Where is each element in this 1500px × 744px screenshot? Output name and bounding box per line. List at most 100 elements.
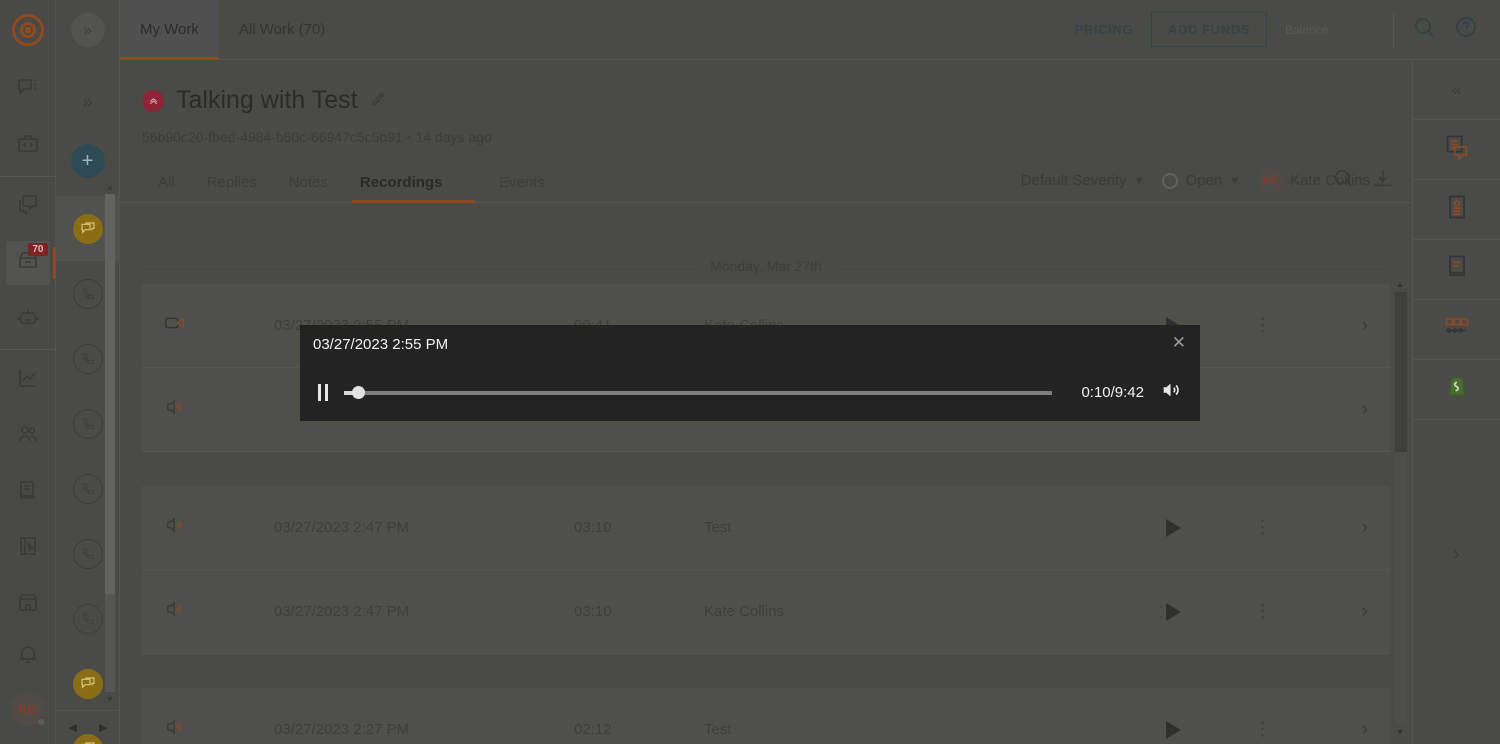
phone-avatar-icon	[73, 538, 103, 569]
recording-type-icon	[164, 716, 274, 743]
page-header: Talking with Test 56b90c20-fbed-4984-b50…	[120, 60, 1412, 145]
tab-all-work[interactable]: All Work (70)	[219, 0, 345, 60]
tab-notes[interactable]: Notes	[273, 174, 344, 202]
panel-canned-replies[interactable]	[1413, 120, 1500, 180]
conversation-rail: » » + ▲ ▼ ◀ ▶	[56, 0, 120, 744]
recording-duration: 03:10	[574, 519, 612, 536]
tab-replies[interactable]: Replies	[191, 174, 273, 202]
sidebar-item-knowledge[interactable]	[6, 470, 50, 514]
edit-title-button[interactable]	[370, 90, 387, 112]
sidebar-item-bots[interactable]	[6, 297, 50, 341]
audio-icon	[164, 396, 186, 423]
pricing-link[interactable]: PRICING	[1075, 22, 1133, 37]
panel-workflow[interactable]	[1413, 300, 1500, 360]
open-row-button[interactable]: ›	[1308, 517, 1368, 539]
pager-prev-button[interactable]: ◀	[69, 721, 77, 734]
download-icon[interactable]	[1372, 167, 1394, 194]
play-button[interactable]	[1128, 518, 1218, 537]
robot-icon	[16, 305, 40, 334]
right-rail-collapse-button[interactable]: «	[1413, 60, 1500, 120]
chart-line-icon	[16, 366, 40, 395]
notifications-button[interactable]	[6, 634, 50, 678]
scroll-up-arrow[interactable]: ▲	[103, 182, 117, 192]
recording-duration: 02:12	[574, 721, 612, 738]
table-row[interactable]: 03/27/2023 2:27 PM 02:12 Test ⋮ ›	[142, 688, 1390, 744]
left-rail-group-1	[0, 60, 56, 176]
global-collapse-button[interactable]: »	[70, 13, 105, 47]
help-button[interactable]	[1454, 15, 1478, 44]
tab-label: All	[158, 174, 175, 191]
play-button[interactable]	[1128, 720, 1218, 739]
sidebar-item-inbox[interactable]: 70	[5, 241, 56, 285]
sidebar-item-storefront[interactable]	[6, 582, 50, 626]
documents-icon	[1443, 133, 1471, 166]
ticket-id: 56b90c20-fbed-4984-b50c-66947c5c5b91	[142, 129, 403, 145]
new-conversation-button[interactable]: +	[70, 144, 105, 178]
video-icon	[164, 312, 186, 339]
conv-collapse-button[interactable]: »	[82, 92, 92, 113]
global-search-button[interactable]	[1412, 15, 1436, 44]
date-group-header: Monday, Mar 27th	[120, 246, 1412, 284]
seek-slider[interactable]	[344, 385, 1052, 401]
people-icon	[16, 422, 40, 451]
volume-button[interactable]	[1160, 379, 1182, 406]
scroll-thumb[interactable]	[105, 194, 115, 594]
play-button[interactable]	[1128, 602, 1218, 621]
app-logo[interactable]	[0, 0, 56, 60]
top-bar-right: PRICING ADD FUNDS Balance	[1075, 12, 1500, 47]
content-scrollbar[interactable]: ▲ ▼	[1392, 278, 1408, 738]
close-icon[interactable]: ✕	[1172, 334, 1186, 352]
tab-recordings[interactable]: Recordings 16	[344, 174, 483, 203]
row-menu-button[interactable]: ⋮	[1218, 719, 1308, 740]
sidebar-item-analytics[interactable]	[6, 358, 50, 402]
sidebar-item-people[interactable]	[6, 414, 50, 458]
recording-date: 03/27/2023 2:47 PM	[274, 603, 410, 620]
avatar[interactable]: KC	[10, 692, 46, 727]
conversation-scrollbar[interactable]: ▲ ▼	[103, 182, 117, 704]
help-circle-icon	[1454, 15, 1478, 44]
sidebar-item-conversations[interactable]	[6, 185, 50, 229]
pause-icon[interactable]	[318, 384, 328, 401]
scroll-up-arrow[interactable]: ▲	[1392, 278, 1408, 290]
open-row-button[interactable]: ›	[1308, 315, 1368, 337]
open-row-button[interactable]: ›	[1308, 399, 1368, 421]
row-menu-button[interactable]: ⋮	[1218, 315, 1308, 336]
scroll-down-arrow[interactable]: ▼	[1392, 726, 1408, 738]
chevrons-right-icon: »	[83, 21, 92, 39]
search-icon[interactable]	[1332, 167, 1354, 194]
pager-next-button[interactable]: ▶	[99, 721, 107, 734]
audio-icon	[164, 716, 186, 743]
tab-label: Notes	[288, 174, 328, 191]
tab-events[interactable]: Events	[483, 174, 561, 202]
recording-date: 03/27/2023 2:47 PM	[274, 519, 410, 536]
top-bar: My Work All Work (70) PRICING ADD FUNDS …	[120, 0, 1500, 60]
chevron-right-icon: ›	[1361, 718, 1368, 740]
tab-count: 16	[451, 174, 467, 190]
table-row[interactable]: 03/27/2023 2:47 PM 03:10 Kate Collins ⋮ …	[142, 570, 1390, 654]
open-row-button[interactable]: ›	[1308, 601, 1368, 623]
sidebar-item-reports[interactable]	[6, 526, 50, 570]
scroll-down-arrow[interactable]: ▼	[103, 694, 117, 704]
volume-high-icon	[1160, 383, 1182, 405]
phone-avatar-icon	[73, 473, 103, 504]
panel-contact-card[interactable]	[1413, 180, 1500, 240]
right-rail-expand-button[interactable]: ›	[1413, 530, 1500, 580]
seek-handle[interactable]	[352, 386, 366, 399]
sidebar-item-toolbox[interactable]	[6, 124, 50, 168]
panel-knowledge-base[interactable]	[1413, 240, 1500, 300]
row-menu-button[interactable]: ⋮	[1218, 601, 1308, 622]
phone-avatar-icon	[73, 343, 103, 374]
sidebar-item-chat-menu[interactable]	[6, 68, 50, 112]
tab-actions	[1332, 167, 1394, 194]
table-row[interactable]: 03/27/2023 2:47 PM 03:10 Test ⋮ ›	[142, 486, 1390, 570]
conv-collapse-row: »	[56, 60, 119, 144]
tab-my-work[interactable]: My Work	[120, 0, 219, 60]
add-funds-button[interactable]: ADD FUNDS	[1151, 12, 1267, 47]
workflow-icon	[1443, 313, 1471, 346]
open-row-button[interactable]: ›	[1308, 719, 1368, 741]
panel-shopify[interactable]	[1413, 360, 1500, 420]
left-rail-group-2: 70	[0, 177, 56, 349]
scroll-thumb[interactable]	[1395, 292, 1407, 452]
tab-all[interactable]: All	[142, 174, 191, 202]
row-menu-button[interactable]: ⋮	[1218, 517, 1308, 538]
